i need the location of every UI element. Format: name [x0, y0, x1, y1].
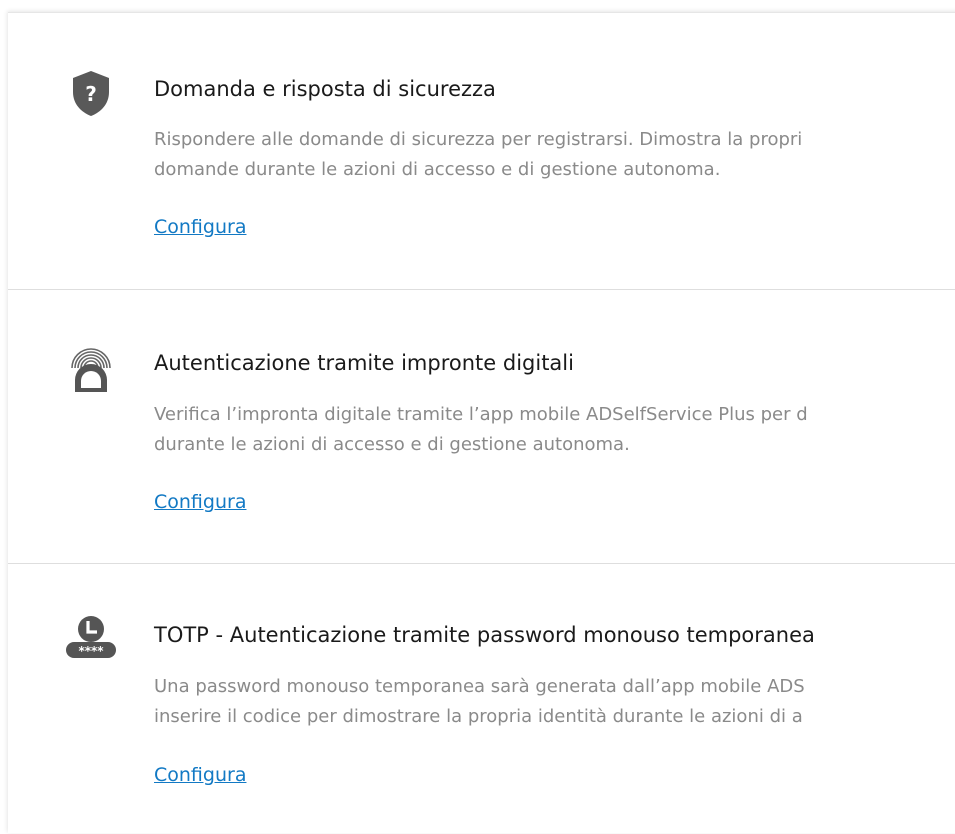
method-title: Domanda e risposta di sicurezza — [154, 77, 496, 101]
totp-clock-icon: **** — [66, 612, 116, 662]
method-title: TOTP - Autenticazione tramite password m… — [154, 623, 815, 647]
description-line: domande durante le azioni di accesso e d… — [154, 159, 721, 180]
method-security-question: ? Domanda e risposta di sicurezza Rispon… — [8, 13, 955, 290]
description-line: Verifica l’impronta digitale tramite l’a… — [154, 404, 808, 425]
totp-icon-text: **** — [78, 644, 104, 658]
configure-link[interactable]: Configura — [154, 491, 246, 513]
svg-text:?: ? — [85, 82, 97, 106]
method-title: Autenticazione tramite impronte digitali — [154, 351, 574, 375]
security-question-shield-icon: ? — [66, 68, 116, 118]
method-totp: **** TOTP - Autenticazione tramite passw… — [8, 564, 955, 834]
description-line: Rispondere alle domande di sicurezza per… — [154, 129, 803, 150]
auth-methods-panel: ? Domanda e risposta di sicurezza Rispon… — [8, 12, 955, 833]
method-description: Verifica l’impronta digitale tramite l’a… — [154, 400, 955, 460]
method-fingerprint: Autenticazione tramite impronte digitali… — [8, 290, 955, 564]
configure-link[interactable]: Configura — [154, 764, 246, 786]
method-description: Rispondere alle domande di sicurezza per… — [154, 125, 955, 185]
fingerprint-icon — [66, 344, 116, 394]
method-description: Una password monouso temporanea sarà gen… — [154, 672, 955, 732]
description-line: durante le azioni di accesso e di gestio… — [154, 434, 630, 455]
description-line: Una password monouso temporanea sarà gen… — [154, 676, 805, 697]
configure-link[interactable]: Configura — [154, 216, 246, 238]
description-line: inserire il codice per dimostrare la pro… — [154, 706, 803, 727]
